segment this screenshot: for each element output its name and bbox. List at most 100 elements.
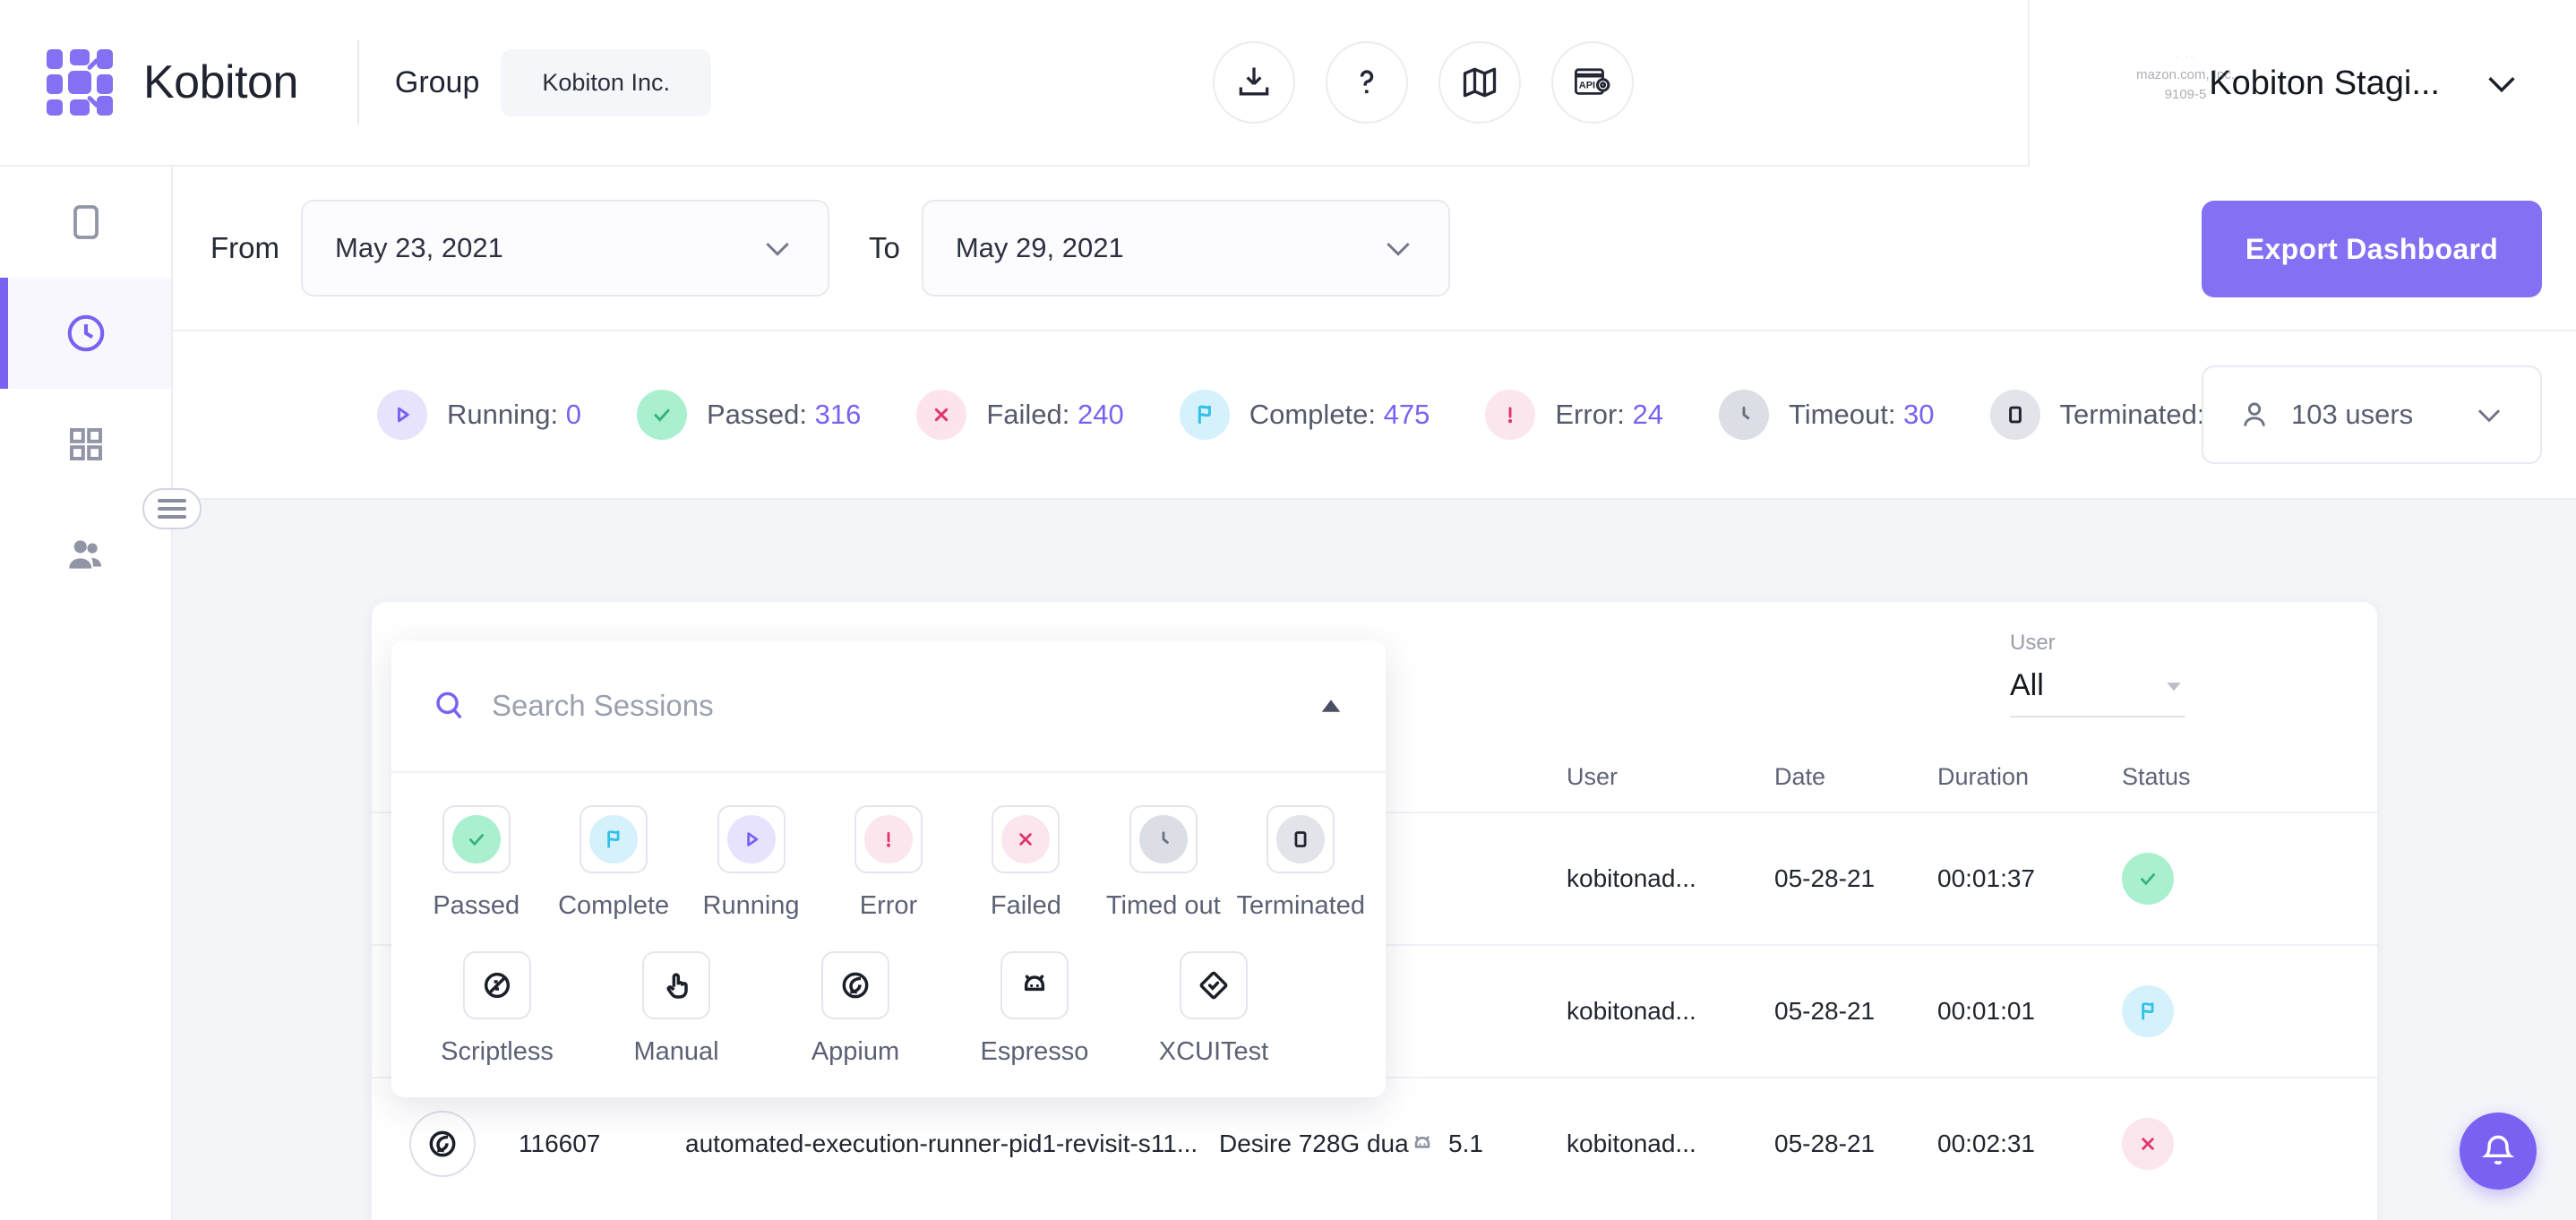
- cell-status: [2122, 985, 2229, 1037]
- group-label: Group: [394, 64, 480, 99]
- cell-user: kobitonad...: [1567, 864, 1696, 892]
- sidebar-item-sessions[interactable]: [0, 278, 171, 389]
- table-user-filter[interactable]: User All: [2010, 631, 2185, 717]
- status-chip-timed-out[interactable]: Timed out: [1095, 805, 1232, 921]
- play-icon-badge: [377, 390, 427, 440]
- type-chip-xcuitest[interactable]: XCUITest: [1124, 951, 1303, 1067]
- stat-value: 316: [814, 399, 862, 430]
- group-selector[interactable]: Group Kobiton Inc.: [394, 48, 711, 116]
- chip-icon-box[interactable]: [717, 805, 786, 873]
- clock-icon: [1742, 406, 1750, 420]
- from-date-select[interactable]: May 23, 2021: [301, 200, 829, 296]
- column-header-date[interactable]: Date: [1774, 763, 1937, 791]
- stop-icon: [2008, 406, 2022, 424]
- notification-button[interactable]: [2460, 1113, 2537, 1190]
- status-chip-failed[interactable]: Failed: [957, 805, 1095, 921]
- flag-icon: [1198, 405, 1211, 424]
- group-value[interactable]: Kobiton Inc.: [501, 48, 711, 116]
- clock-icon-badge: [1138, 815, 1188, 863]
- export-dashboard-button[interactable]: Export Dashboard: [2202, 201, 2542, 297]
- cell-user: kobitonad...: [1567, 1130, 1696, 1157]
- stop-icon-badge: [1989, 390, 2040, 440]
- column-header-duration[interactable]: Duration: [1937, 763, 2122, 791]
- stat-value: 24: [1632, 399, 1663, 430]
- table-user-filter-label: User: [2010, 631, 2056, 655]
- chip-label: Passed: [433, 891, 520, 920]
- type-chip-scriptless[interactable]: Scriptless: [408, 951, 587, 1067]
- chip-icon-box[interactable]: [442, 805, 511, 873]
- chip-icon-box[interactable]: [1000, 951, 1069, 1019]
- users-filter-dropdown[interactable]: 103 users: [2202, 365, 2542, 464]
- map-icon-button[interactable]: [1438, 41, 1521, 124]
- chevron-down-icon[interactable]: [2481, 63, 2522, 104]
- cell-date: 05-28-21: [1774, 1130, 1876, 1157]
- chip-icon-box[interactable]: [642, 951, 710, 1019]
- x-icon: [935, 408, 949, 422]
- chip-icon-box[interactable]: [463, 951, 531, 1019]
- exclamation-icon: [886, 831, 890, 847]
- chip-label: Timed out: [1105, 891, 1221, 920]
- to-date-select[interactable]: May 29, 2021: [921, 200, 1450, 296]
- type-chip-appium[interactable]: Appium: [766, 951, 945, 1067]
- api-settings-icon-button[interactable]: API: [1550, 41, 1634, 124]
- watermark-top: · ··: [2175, 52, 2196, 63]
- column-header-user[interactable]: User: [1567, 763, 1774, 791]
- search-input-row[interactable]: Search Sessions: [391, 640, 1386, 773]
- check-icon-badge: [451, 815, 501, 863]
- stat-complete[interactable]: Complete: 475: [1179, 390, 1430, 440]
- stat-error[interactable]: Error: 24: [1485, 390, 1663, 440]
- status-chip-complete[interactable]: Complete: [545, 805, 682, 921]
- flag-icon: [607, 830, 620, 848]
- stop-icon: [1294, 831, 1307, 847]
- users-filter-label: 103 users: [2291, 399, 2414, 430]
- stat-running[interactable]: Running: 0: [377, 390, 581, 440]
- stat-label: Error: 24: [1555, 399, 1663, 430]
- chip-label: Espresso: [980, 1037, 1089, 1066]
- stat-failed[interactable]: Failed: 240: [916, 390, 1124, 440]
- chip-icon-box[interactable]: [854, 805, 923, 873]
- play-icon: [397, 407, 409, 423]
- brand[interactable]: Kobiton: [0, 49, 298, 116]
- sidebar-item-devices[interactable]: [0, 167, 171, 278]
- stat-passed[interactable]: Passed: 316: [636, 390, 862, 440]
- collapse-sidebar-toggle[interactable]: [142, 488, 202, 529]
- stat-label: Failed: 240: [986, 399, 1124, 430]
- chip-label: Running: [702, 891, 800, 920]
- search-input-placeholder[interactable]: Search Sessions: [492, 689, 1316, 723]
- type-chip-espresso[interactable]: Espresso: [945, 951, 1124, 1067]
- chip-icon-box[interactable]: [580, 805, 648, 873]
- account-selector[interactable]: · ·· mazon.com, Inc. 9109-5 Kobiton Stag…: [2028, 0, 2576, 167]
- help-icon-button[interactable]: [1325, 41, 1408, 124]
- status-badge: [2122, 853, 2174, 905]
- download-icon-button[interactable]: [1212, 41, 1295, 124]
- chip-icon-box[interactable]: [821, 951, 889, 1019]
- status-chip-terminated[interactable]: Terminated: [1232, 805, 1370, 921]
- status-chip-error[interactable]: Error: [820, 805, 957, 921]
- stat-timeout[interactable]: Timeout: 30: [1718, 390, 1935, 440]
- stat-label: Timeout: 30: [1788, 399, 1935, 430]
- search-sessions-panel: Search Sessions Passed Complete Running Err…: [391, 640, 1386, 1097]
- sidebar-item-apps[interactable]: [0, 389, 171, 500]
- scriptless-icon: [484, 972, 511, 999]
- status-chip-running[interactable]: Running: [683, 805, 820, 921]
- caret-up-icon[interactable]: [1316, 691, 1346, 721]
- status-chip-row: Passed Complete Running Error Failed Timed ou…: [408, 805, 1370, 921]
- chip-icon-box[interactable]: [992, 805, 1060, 873]
- header-divider: [356, 40, 359, 125]
- toggle-line: [158, 499, 186, 503]
- cell-session-name: automated-execution-runner-pid1-revisit-…: [685, 1130, 1198, 1157]
- cell-status: [2122, 853, 2229, 905]
- type-chip-manual[interactable]: Manual: [587, 951, 766, 1067]
- column-header-status[interactable]: Status: [2122, 763, 2229, 791]
- caret-down-icon[interactable]: [2162, 674, 2185, 698]
- chip-icon-box[interactable]: [1129, 805, 1198, 873]
- chip-icon-box[interactable]: [1267, 805, 1335, 873]
- status-badge: [2122, 985, 2174, 1037]
- chip-icon-box[interactable]: [1180, 951, 1248, 1019]
- top-bar: Kobiton Group Kobiton Inc. API · ·· mazo…: [0, 0, 2576, 167]
- status-chip-passed[interactable]: Passed: [408, 805, 545, 921]
- chevron-down-icon: [766, 242, 789, 256]
- people-icon: [68, 540, 101, 569]
- cell-os-version: 5.1: [1409, 1130, 1567, 1158]
- cell-status: [2122, 1118, 2229, 1170]
